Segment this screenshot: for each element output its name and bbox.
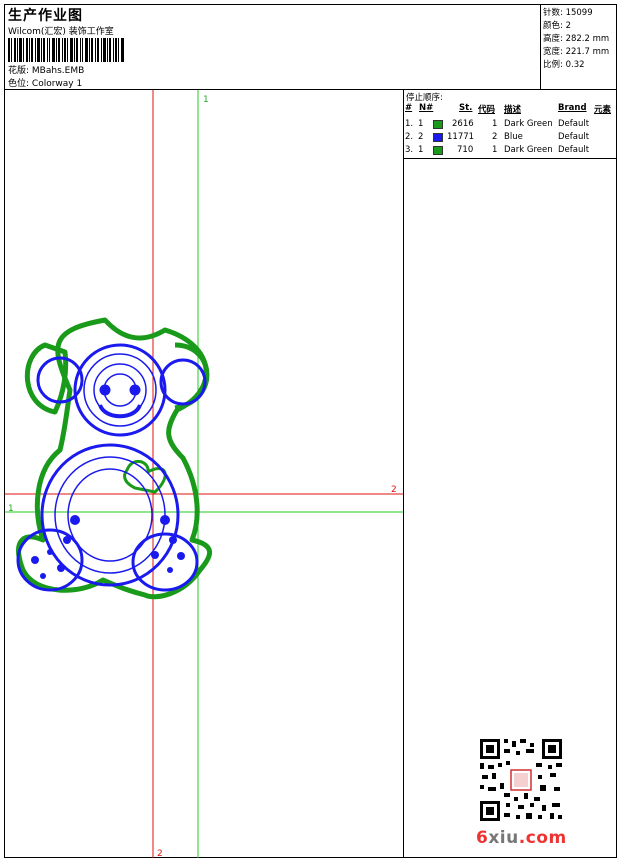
col-stitches: St. [459, 103, 473, 113]
stat-value: 2 [565, 21, 571, 31]
guide-label-left: 1 [8, 504, 14, 514]
design-line: 花版: MBahs.EMB [8, 63, 84, 76]
row-brand: Default [558, 145, 590, 155]
design-label: 花版: [8, 66, 30, 76]
row-stitches: 2616 [452, 119, 474, 129]
row-code: 1 [492, 145, 498, 155]
stat-label: 颜色: [543, 21, 563, 31]
barcode-icon [8, 38, 124, 62]
row-num: 2. [405, 132, 414, 142]
col-code: 代码 [478, 105, 496, 115]
col-brand: Brand [558, 103, 587, 113]
stat-value: 0.32 [565, 60, 585, 70]
header: 生产作业图 Wilcom(汇宏) 装饰工作室 花版: MBahs.EMB 色位:… [5, 5, 616, 90]
row-stitches: 11771 [447, 132, 475, 142]
col-needle: N# [419, 103, 434, 113]
row-needle: 1 [418, 119, 424, 129]
production-sheet: 生产作业图 Wilcom(汇宏) 装饰工作室 花版: MBahs.EMB 色位:… [4, 4, 617, 858]
stat-height: 高度: 282.2 mm [543, 32, 609, 44]
stat-value: 15099 [565, 8, 593, 18]
watermark-part3: .com [518, 828, 567, 848]
guide-label-right: 2 [391, 485, 397, 495]
stop-sequence-panel: 停止顺序: # N# St. 代码 描述 Brand 元素 1. 1 2616 … [404, 90, 616, 159]
color-swatch [433, 120, 443, 129]
row-code: 2 [492, 132, 498, 142]
stat-stitches: 针数: 15099 [543, 6, 593, 18]
design-preview: 1 1 2 2 [5, 90, 403, 858]
stat-label: 宽度: [543, 47, 563, 57]
row-num: 3. [405, 145, 414, 155]
colorway-line: 色位: Colorway 1 [8, 76, 82, 89]
row-brand: Default [558, 132, 590, 142]
row-needle: 1 [418, 145, 424, 155]
row-desc: Blue [504, 132, 523, 142]
row-brand: Default [558, 119, 590, 129]
design-value: MBahs.EMB [31, 66, 85, 76]
watermark-part2: xiu [488, 828, 519, 848]
design-canvas[interactable]: 1 1 2 2 [5, 90, 404, 858]
stat-value: 221.7 mm [565, 47, 610, 57]
col-num: # [405, 103, 413, 113]
row-desc: Dark Green [504, 145, 553, 155]
stop-row: 2. 2 11771 2 Blue Default [404, 132, 616, 145]
stat-width: 宽度: 221.7 mm [543, 45, 609, 57]
watermark-part1: 6 [476, 828, 489, 848]
page-title: 生产作业图 [8, 8, 83, 24]
colorway-label: 色位: [8, 79, 30, 89]
stop-sequence-title: 停止顺序: [406, 93, 443, 103]
stat-label: 高度: [543, 34, 563, 44]
stat-label: 针数: [543, 8, 563, 18]
row-desc: Dark Green [504, 119, 553, 129]
stat-scale: 比例: 0.32 [543, 58, 585, 70]
colorway-value: Colorway 1 [31, 79, 83, 89]
qr-code-icon [478, 737, 564, 823]
stats-panel: 针数: 15099 颜色: 2 高度: 282.2 mm 宽度: 221.7 m… [540, 5, 617, 89]
col-element: 元素 [594, 105, 612, 115]
stop-row: 3. 1 710 1 Dark Green Default [404, 145, 616, 158]
company-name: Wilcom(汇宏) 装饰工作室 [8, 27, 114, 37]
stat-colors: 颜色: 2 [543, 19, 571, 31]
color-swatch [433, 133, 443, 142]
color-swatch [433, 146, 443, 155]
guide-label-bottom: 2 [157, 849, 163, 858]
guide-label-top: 1 [203, 95, 209, 105]
row-stitches: 710 [457, 145, 474, 155]
row-needle: 2 [418, 132, 424, 142]
row-code: 1 [492, 119, 498, 129]
stat-label: 比例: [543, 60, 563, 70]
col-desc: 描述 [504, 105, 522, 115]
stat-value: 282.2 mm [565, 34, 610, 44]
watermark: 6xiu.com [476, 828, 567, 848]
row-num: 1. [405, 119, 414, 129]
stop-row: 1. 1 2616 1 Dark Green Default [404, 119, 616, 132]
